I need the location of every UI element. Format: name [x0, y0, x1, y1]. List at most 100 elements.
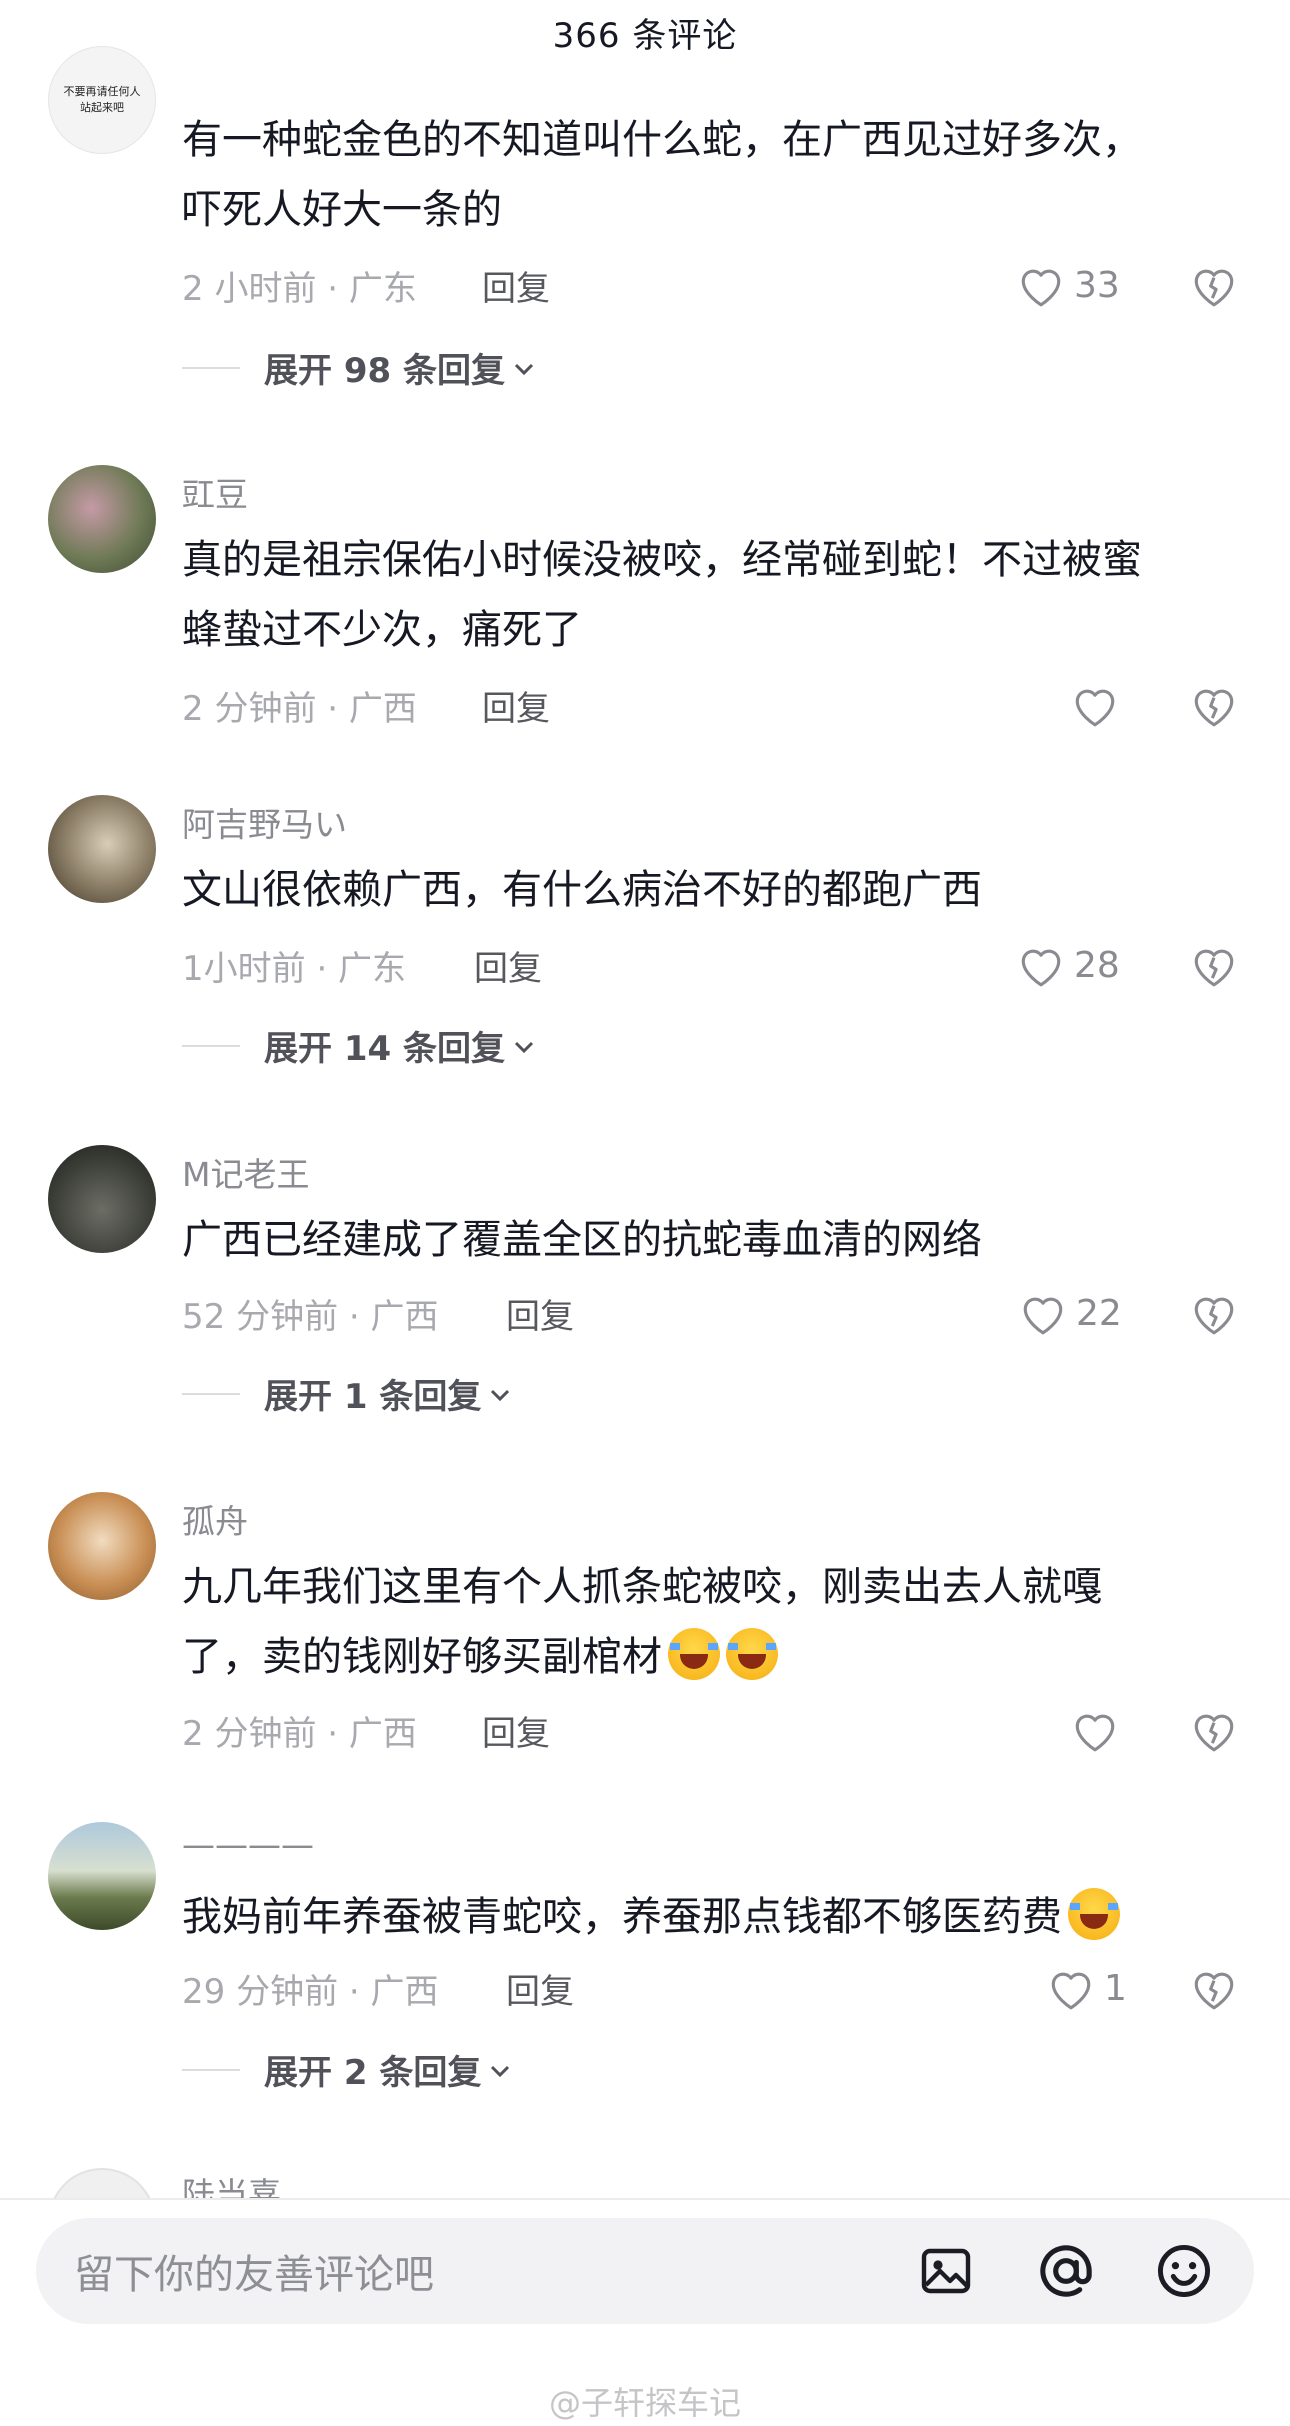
laughing-crying-emoji-icon: [1068, 1888, 1120, 1940]
comment-text-line: 文山很依赖广西，有什么病治不好的都跑广西: [182, 867, 982, 913]
emoji-button[interactable]: [1154, 2241, 1214, 2301]
username[interactable]: M记老王: [182, 1148, 309, 1196]
heart-icon: [1075, 1714, 1115, 1752]
chevron-down-icon: [487, 1373, 513, 1413]
username[interactable]: 陆当喜: [182, 2168, 281, 2200]
broken-heart-icon: [1194, 269, 1234, 307]
laughing-crying-emoji-icon: [668, 1628, 720, 1680]
comment-text-line: 吓死人好大一条的: [182, 187, 502, 233]
at-icon: [1040, 2245, 1092, 2297]
divider: [182, 367, 240, 369]
reply-button[interactable]: 回复: [482, 1705, 550, 1755]
laughing-crying-emoji-icon: [726, 1628, 778, 1680]
reply-button[interactable]: 回复: [506, 1963, 574, 2013]
broken-heart-icon: [1194, 1297, 1234, 1335]
comment-text-line: 我妈前年养蚕被青蛇咬，养蚕那点钱都不够医药费: [182, 1894, 1062, 1940]
dislike-button[interactable]: [1188, 680, 1240, 730]
divider: [182, 1393, 240, 1395]
divider: [182, 1045, 240, 1047]
comment-text[interactable]: 真的是祖宗保佑小时候没被咬，经常碰到蛇！不过被蜜 蜂蛰过不少次，痛死了: [182, 525, 1242, 665]
expand-replies-button[interactable]: 展开 98 条回复: [182, 342, 537, 392]
expand-replies-label: 展开 2 条回复: [264, 2052, 482, 2093]
reply-button[interactable]: 回复: [482, 680, 550, 730]
avatar[interactable]: [48, 1145, 156, 1253]
comment-meta: 2 分钟前 · 广西: [182, 688, 417, 729]
comment-text-line-with-emoji: 了，卖的钱刚好够买副棺材: [182, 1622, 1242, 1692]
chevron-down-icon: [511, 347, 537, 387]
expand-replies-label: 展开 14 条回复: [264, 1028, 505, 1069]
avatar[interactable]: [48, 795, 156, 903]
comment-text-line: 真的是祖宗保佑小时候没被咬，经常碰到蛇！不过被蜜: [182, 537, 1142, 583]
dislike-button[interactable]: [1188, 1288, 1240, 1338]
avatar-text: 不要再请任何人: [63, 85, 141, 98]
avatar[interactable]: [48, 1822, 156, 1930]
like-button[interactable]: [1070, 1705, 1128, 1755]
username[interactable]: ————: [182, 1825, 314, 1864]
reply-button[interactable]: 回复: [506, 1288, 574, 1338]
comment-meta: 2 小时前 · 广东: [182, 268, 417, 309]
avatar[interactable]: [48, 465, 156, 573]
avatar[interactable]: [48, 2168, 156, 2200]
dislike-button[interactable]: [1188, 260, 1240, 310]
expand-replies-label: 展开 1 条回复: [264, 1376, 482, 1417]
expand-replies-button[interactable]: 展开 1 条回复: [182, 1368, 513, 1418]
comment-text[interactable]: 我妈前年养蚕被青蛇咬，养蚕那点钱都不够医药费: [182, 1882, 1242, 1952]
like-count: 22: [1076, 1292, 1122, 1334]
comment-text[interactable]: 文山很依赖广西，有什么病治不好的都跑广西: [182, 855, 1242, 925]
divider: [182, 2069, 240, 2071]
broken-heart-icon: [1194, 1972, 1234, 2010]
chevron-down-icon: [511, 1025, 537, 1065]
bottom-input-bar: 留下你的友善评论吧 @子轩探车记: [0, 2200, 1290, 2426]
like-button[interactable]: 1: [1046, 1963, 1127, 2013]
comment-text-line: 了，卖的钱刚好够买副棺材: [182, 1634, 662, 1680]
comment-text[interactable]: 广西已经建成了覆盖全区的抗蛇毒血清的网络: [182, 1205, 1242, 1275]
dislike-button[interactable]: [1188, 1963, 1240, 2013]
avatar-text: 站起来吧: [80, 101, 124, 114]
mention-button[interactable]: [1036, 2241, 1096, 2301]
comment-input-placeholder: 留下你的友善评论吧: [74, 2252, 434, 2298]
broken-heart-icon: [1194, 1714, 1234, 1752]
avatar[interactable]: [48, 1492, 156, 1600]
emoji-icon: [1157, 2244, 1211, 2298]
comment-text-line: 有一种蛇金色的不知道叫什么蛇，在广西见过好多次，: [182, 117, 1142, 163]
expand-replies-button[interactable]: 展开 2 条回复: [182, 2044, 513, 2094]
comment-text-line-with-emoji: 我妈前年养蚕被青蛇咬，养蚕那点钱都不够医药费: [182, 1882, 1242, 1952]
like-count: 33: [1074, 264, 1120, 306]
image-button[interactable]: [916, 2241, 976, 2301]
expand-replies-label: 展开 98 条回复: [264, 350, 505, 391]
watermark: @子轩探车记: [548, 2384, 741, 2422]
broken-heart-icon: [1194, 949, 1234, 987]
heart-icon: [1021, 949, 1061, 987]
heart-icon: [1021, 269, 1061, 307]
comment-meta: 1小时前 · 广东: [182, 948, 407, 989]
like-button[interactable]: 28: [1016, 940, 1120, 990]
comment-text-line: 九几年我们这里有个人抓条蛇被咬，刚卖出去人就嘎: [182, 1564, 1102, 1610]
image-icon: [921, 2248, 971, 2294]
username[interactable]: 阿吉野马い: [182, 798, 347, 846]
comment-input[interactable]: 留下你的友善评论吧: [36, 2218, 1254, 2324]
comment-meta: 29 分钟前 · 广西: [182, 1971, 439, 2012]
reply-button[interactable]: 回复: [474, 940, 542, 990]
comment-text-line: 广西已经建成了覆盖全区的抗蛇毒血清的网络: [182, 1217, 982, 1263]
like-count: 28: [1074, 944, 1120, 986]
like-button[interactable]: [1070, 680, 1128, 730]
expand-replies-button[interactable]: 展开 14 条回复: [182, 1020, 537, 1070]
reply-button[interactable]: 回复: [482, 260, 550, 310]
comment-meta: 2 分钟前 · 广西: [182, 1713, 417, 1754]
comment-count-title: 366 条评论: [552, 15, 738, 56]
heart-icon: [1023, 1297, 1063, 1335]
heart-icon: [1051, 1972, 1091, 2010]
broken-heart-icon: [1194, 689, 1234, 727]
comment-list[interactable]: 不要再请任何人 站起来吧 有一种蛇金色的不知道叫什么蛇，在广西见过好多次， 吓死…: [0, 0, 1290, 2200]
comment-text[interactable]: 九几年我们这里有个人抓条蛇被咬，刚卖出去人就嘎 了，卖的钱刚好够买副棺材: [182, 1552, 1242, 1692]
username[interactable]: 豇豆: [182, 468, 248, 516]
dislike-button[interactable]: [1188, 940, 1240, 990]
comment-meta: 52 分钟前 · 广西: [182, 1296, 439, 1337]
chevron-down-icon: [487, 2049, 513, 2089]
comment-text[interactable]: 有一种蛇金色的不知道叫什么蛇，在广西见过好多次， 吓死人好大一条的: [182, 105, 1242, 245]
like-button[interactable]: 33: [1016, 260, 1120, 310]
like-button[interactable]: 22: [1018, 1288, 1122, 1338]
comment-text-line: 蜂蛰过不少次，痛死了: [182, 607, 582, 653]
username[interactable]: 孤舟: [182, 1495, 248, 1543]
dislike-button[interactable]: [1188, 1705, 1240, 1755]
